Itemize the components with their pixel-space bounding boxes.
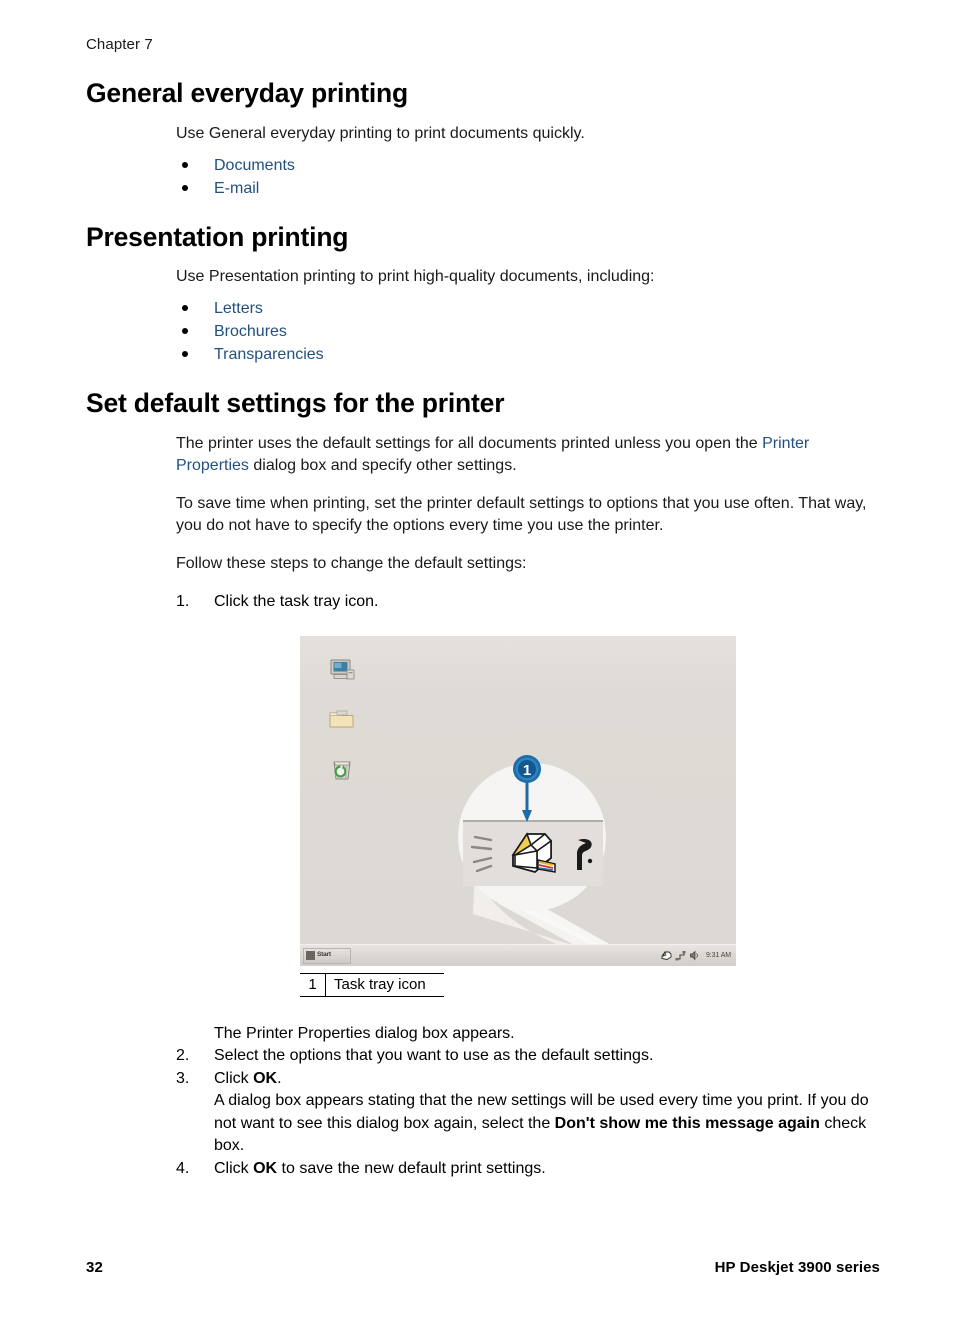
taskbar-edge-line (463, 819, 603, 822)
windows-logo-icon (306, 951, 315, 960)
magnifier-callout: 1 (455, 754, 627, 964)
step-text-part: Click (214, 1069, 254, 1087)
link-list-general: Documents E-mail (176, 154, 886, 200)
activity-rays-icon (470, 835, 493, 872)
callout-arrow-icon (522, 780, 532, 822)
paragraph-text-part: The printer uses the default settings fo… (176, 435, 763, 452)
step-3-detail: A dialog box appears stating that the ne… (214, 1090, 886, 1158)
list-item[interactable]: Brochures (176, 320, 886, 343)
callout-badge-1: 1 (513, 754, 541, 783)
step-text: Click OK. (214, 1070, 282, 1087)
step-number: 4. (176, 1159, 190, 1177)
step-number: 3. (176, 1069, 190, 1087)
footer-page-number: 32 (86, 1259, 103, 1276)
step-text-part: . (277, 1069, 282, 1087)
bullet-dot-icon (182, 162, 188, 168)
section-body-general: Use General everyday printing to print d… (176, 123, 886, 200)
step-number: 2. (176, 1047, 190, 1064)
step-text-part: Click (214, 1159, 254, 1177)
windows-taskbar: Start 9:31 AM (300, 943, 736, 966)
list-item[interactable]: Transparencies (176, 343, 886, 366)
checkbox-label-emphasis: Don't show me this message again (554, 1114, 820, 1132)
paragraph-text-part: dialog box and specify other settings. (248, 457, 517, 474)
figure-task-tray-icon: 1 Start 9:31 AM 1 Task tray icon (300, 635, 736, 997)
running-header: Chapter 7 (86, 36, 153, 53)
start-button-label: Start (317, 951, 331, 959)
link-documents[interactable]: Documents (214, 157, 295, 174)
step-text: Click the task tray icon. (214, 593, 379, 610)
page-content: General everyday printing Use General ev… (86, 78, 886, 1180)
taskbar-clock: 9:31 AM (706, 952, 731, 959)
printer-tray-icon-magnified[interactable] (507, 828, 561, 878)
intro-paragraph-presentation: Use Presentation printing to print high-… (176, 268, 655, 285)
intro-paragraph-general: Use General everyday printing to print d… (176, 125, 585, 142)
start-button[interactable]: Start (303, 947, 351, 964)
step-text-part: to save the new default print settings. (277, 1159, 546, 1177)
recycle-bin-icon[interactable] (327, 754, 357, 784)
paragraph-default-settings-2: To save time when printing, set the prin… (176, 495, 867, 534)
step-emphasis-ok: OK (253, 1069, 278, 1087)
step-item-4: 4. Click OK to save the new default prin… (176, 1158, 886, 1181)
bullet-dot-icon (182, 305, 188, 311)
page-footer: 32 HP Deskjet 3900 series (86, 1259, 880, 1276)
bullet-dot-icon (182, 351, 188, 357)
partial-tray-glyph-icon (577, 838, 593, 870)
printer-tray-icon[interactable] (661, 950, 672, 961)
bullet-dot-icon (182, 328, 188, 334)
step-number: 1. (176, 593, 190, 610)
step-item-1: 1. Click the task tray icon. (176, 591, 886, 614)
step-emphasis-ok: OK (253, 1159, 278, 1177)
my-computer-icon[interactable] (327, 656, 357, 686)
step-text: Select the options that you want to use … (214, 1047, 654, 1064)
paragraph-default-settings-1: The printer uses the default settings fo… (176, 433, 886, 477)
step-text: Click OK to save the new default print s… (214, 1160, 546, 1177)
step-item-3: 3. Click OK. A dialog box appears statin… (176, 1068, 886, 1158)
figure-result-note: The Printer Properties dialog box appear… (176, 1023, 886, 1046)
desktop-screenshot: 1 Start 9:31 AM (300, 635, 736, 966)
steps-list-continued: The Printer Properties dialog box appear… (176, 1023, 886, 1181)
folder-icon[interactable] (327, 704, 357, 734)
figure-caption-number: 1 (300, 973, 326, 996)
steps-continued: The Printer Properties dialog box appear… (176, 1023, 886, 1181)
system-tray: 9:31 AM (661, 948, 731, 964)
section-heading-presentation-printing: Presentation printing (86, 222, 349, 252)
bullet-dot-icon (182, 185, 188, 191)
figure-result-text: The Printer Properties dialog box appear… (214, 1024, 515, 1042)
section-heading-general-everyday-printing: General everyday printing (86, 78, 408, 108)
list-item[interactable]: E-mail (176, 177, 886, 200)
network-tray-icon[interactable] (675, 950, 686, 961)
step-item-2: 2. Select the options that you want to u… (176, 1045, 886, 1068)
link-brochures[interactable]: Brochures (214, 323, 287, 340)
link-letters[interactable]: Letters (214, 300, 263, 317)
figure-caption-text: Task tray icon (334, 975, 426, 993)
link-list-presentation: Letters Brochures Transparencies (176, 297, 886, 366)
section-heading-set-default-settings: Set default settings for the printer (86, 388, 505, 418)
list-item[interactable]: Documents (176, 154, 886, 177)
svg-text:1: 1 (523, 762, 531, 779)
section-body-default-settings: The printer uses the default settings fo… (176, 433, 886, 1180)
paragraph-default-settings-3: Follow these steps to change the default… (176, 555, 527, 572)
document-page: Chapter 7 General everyday printing Use … (0, 0, 954, 1321)
steps-list: 1. Click the task tray icon. (176, 591, 886, 614)
magnified-taskbar-strip (463, 819, 603, 886)
list-item[interactable]: Letters (176, 297, 886, 320)
link-transparencies[interactable]: Transparencies (214, 346, 324, 363)
figure-caption-table: 1 Task tray icon (300, 972, 444, 997)
footer-product-name: HP Deskjet 3900 series (714, 1259, 880, 1276)
link-email[interactable]: E-mail (214, 180, 259, 197)
section-body-presentation: Use Presentation printing to print high-… (176, 266, 886, 366)
volume-tray-icon[interactable] (689, 950, 700, 961)
